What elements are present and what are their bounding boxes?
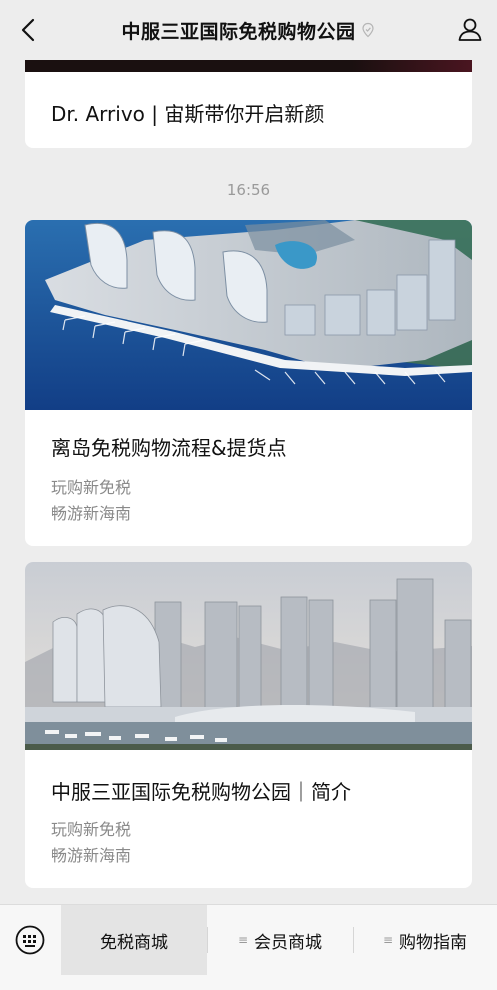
bottom-menu-bar: 免税商城 ≡ 会员商城 ≡ 购物指南 [0,904,497,990]
message-timestamp: 16:56 [226,181,271,199]
hamburger-icon: ≡ [382,933,394,947]
title-container: 中服三亚国际免税购物公园 [121,17,375,44]
keyboard-icon [15,925,45,955]
article-card[interactable]: 离岛免税购物流程&提货点 玩购新免税 畅游新海南 [25,220,472,546]
verified-badge-icon [361,22,374,38]
keyboard-toggle-button[interactable] [0,905,60,975]
article-title: Dr. Arrivo | 宙斯带你开启新颜 [51,102,325,126]
page-title: 中服三亚国际免税购物公园 [121,20,356,43]
article-cover-image [25,220,472,410]
article-subtitle: 畅游新海南 [51,504,132,523]
top-nav-bar: 中服三亚国际免税购物公园 [0,0,497,60]
back-button[interactable] [14,16,42,44]
menu-item-label: 购物指南 [399,932,468,953]
chevron-left-icon [21,18,35,42]
menu-item-label: 会员商城 [254,932,323,953]
article-subtitle: 玩购新免税 [51,820,132,839]
menu-item-shopping-guide[interactable]: ≡ 购物指南 [353,905,497,975]
menu-item-member-mall[interactable]: ≡ 会员商城 [207,905,353,975]
profile-button[interactable] [455,14,485,44]
menu-item-label: 免税商城 [100,932,168,953]
article-title: 中服三亚国际免税购物公园｜简介 [51,780,351,804]
menu-item-duty-free-mall[interactable]: 免税商城 [61,905,207,975]
article-card[interactable]: 中服三亚国际免税购物公园｜简介 玩购新免税 畅游新海南 [25,562,472,888]
article-cover-image [25,562,472,750]
article-title: 离岛免税购物流程&提货点 [51,436,287,460]
article-subtitle: 玩购新免税 [51,478,132,497]
user-icon [458,18,482,41]
hamburger-icon: ≡ [237,933,249,947]
article-subtitle: 畅游新海南 [51,846,132,865]
